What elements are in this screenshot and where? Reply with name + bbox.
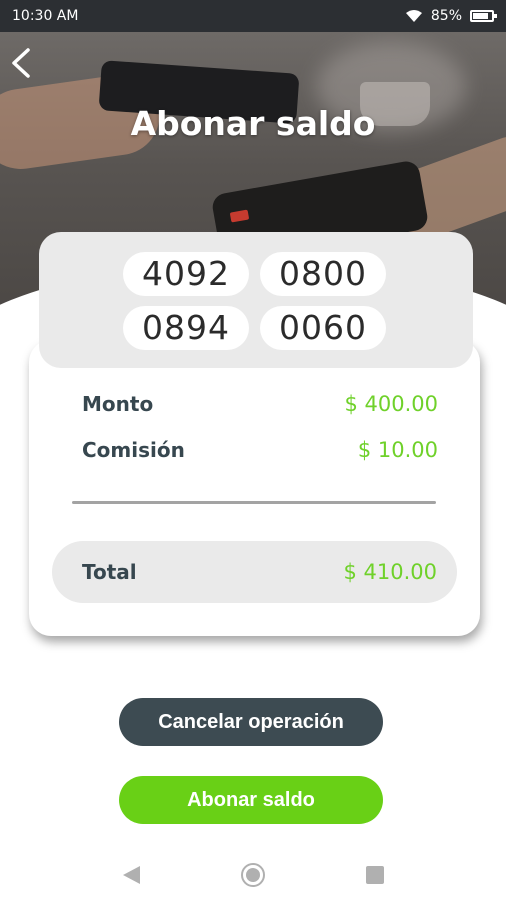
- monto-value: $ 400.00: [344, 392, 438, 416]
- page-title: Abonar saldo: [130, 104, 376, 143]
- cancel-operation-button[interactable]: Cancelar operación: [119, 698, 383, 746]
- battery-percent: 85%: [430, 8, 462, 24]
- wifi-icon: [405, 10, 422, 22]
- reference-code-card: 4092 0800 0894 0060: [39, 232, 473, 368]
- summary-card: Monto $ 400.00 Comisión $ 10.00 Total $ …: [29, 340, 480, 636]
- navigation-bar: [0, 850, 506, 900]
- abonar-saldo-button[interactable]: Abonar saldo: [119, 776, 383, 824]
- comision-value: $ 10.00: [357, 438, 438, 462]
- code-group-2: 0800: [260, 252, 386, 296]
- code-group-1: 4092: [123, 252, 249, 296]
- comision-label: Comisión: [82, 438, 185, 462]
- status-time: 10:30 AM: [12, 8, 79, 24]
- total-value: $ 410.00: [343, 560, 437, 584]
- circle-home-icon[interactable]: [240, 862, 266, 888]
- chevron-left-icon[interactable]: [8, 46, 38, 80]
- code-group-4: 0060: [260, 306, 386, 350]
- monto-row: Monto $ 400.00: [82, 392, 438, 416]
- status-bar: 10:30 AM 85%: [0, 0, 506, 32]
- code-group-3: 0894: [123, 306, 249, 350]
- comision-row: Comisión $ 10.00: [82, 438, 438, 462]
- triangle-back-icon[interactable]: [118, 862, 144, 888]
- square-recents-icon[interactable]: [362, 862, 388, 888]
- total-label: Total: [82, 560, 137, 584]
- total-row: Total $ 410.00: [52, 541, 457, 603]
- monto-label: Monto: [82, 392, 154, 416]
- divider: [72, 501, 436, 504]
- battery-icon: [470, 10, 497, 22]
- status-icons: 85%: [405, 8, 497, 24]
